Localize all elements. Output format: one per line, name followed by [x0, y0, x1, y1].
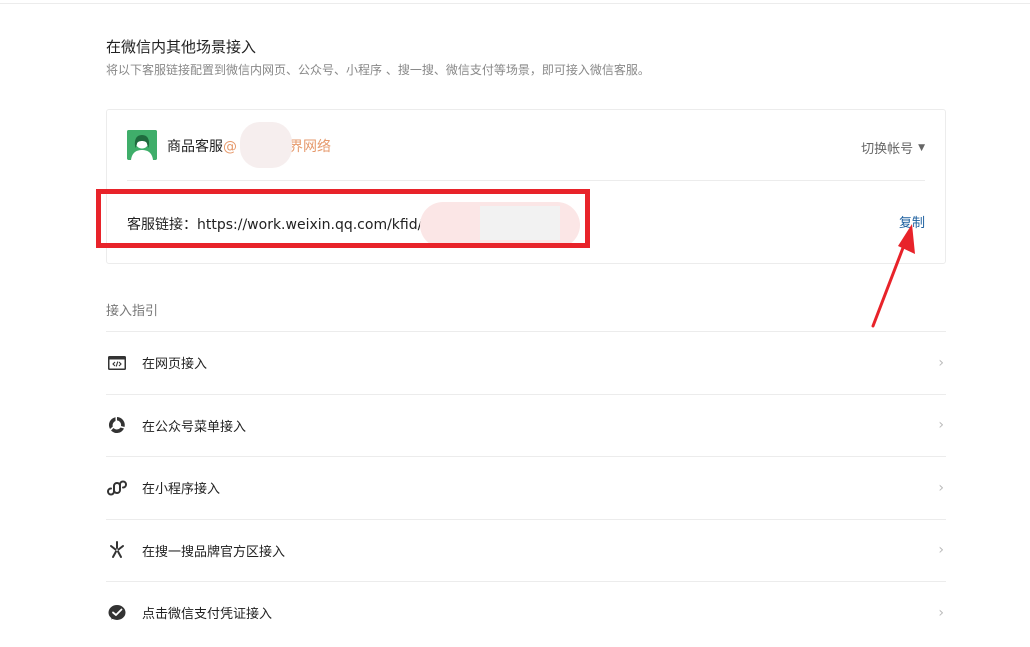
- chevron-right-icon: ›: [938, 604, 944, 621]
- wechat-pay-icon: [106, 602, 128, 624]
- account-org-suffix: 界网络: [289, 139, 331, 155]
- guide-item-webpage[interactable]: 在网页接入 ›: [106, 331, 946, 394]
- switch-account-label: 切换帐号: [861, 142, 914, 157]
- caret-down-icon: ▼: [918, 142, 925, 153]
- guide-item-search[interactable]: 在搜一搜品牌官方区接入 ›: [106, 518, 946, 582]
- chevron-right-icon: ›: [938, 479, 944, 496]
- top-divider: [0, 3, 1030, 4]
- highlight-annotation-box: [96, 189, 590, 248]
- guide-item-label: 在公众号菜单接入: [142, 419, 247, 435]
- guide-list: 在网页接入 › 在公众号菜单接入 › 在小程序接入 › 在搜一搜品牌官方区接入 …: [106, 331, 946, 644]
- card-divider: [127, 180, 925, 181]
- guide-item-mini-program[interactable]: 在小程序接入 ›: [106, 456, 946, 519]
- guide-item-label: 点击微信支付凭证接入: [142, 607, 273, 623]
- guide-item-label: 在小程序接入: [142, 482, 221, 498]
- official-account-icon: [106, 414, 128, 436]
- search-sparkle-icon: [106, 539, 128, 561]
- person-icon: [127, 130, 157, 160]
- account-name-prefix: 商品客服: [167, 139, 223, 155]
- account-org-at: @: [223, 139, 237, 155]
- chevron-right-icon: ›: [938, 417, 944, 434]
- guide-title: 接入指引: [106, 304, 159, 319]
- guide-item-official-account[interactable]: 在公众号菜单接入 ›: [106, 393, 946, 457]
- section-title: 在微信内其他场景接入: [106, 38, 257, 56]
- webpage-code-icon: [106, 352, 128, 374]
- chevron-right-icon: ›: [938, 542, 944, 559]
- section-description: 将以下客服链接配置到微信内网页、公众号、小程序 、搜一搜、微信支付等场景，即可接…: [106, 63, 650, 77]
- page: 在微信内其他场景接入 将以下客服链接配置到微信内网页、公众号、小程序 、搜一搜、…: [0, 0, 1030, 647]
- mini-program-icon: [106, 477, 128, 499]
- switch-account-button[interactable]: 切换帐号 ▼: [861, 138, 925, 157]
- redaction-mark: [240, 122, 292, 168]
- guide-item-wechat-pay[interactable]: 点击微信支付凭证接入 ›: [106, 581, 946, 644]
- chevron-right-icon: ›: [938, 354, 944, 371]
- avatar: [127, 130, 157, 160]
- guide-item-label: 在网页接入: [142, 357, 208, 373]
- copy-button[interactable]: 复制: [899, 212, 925, 231]
- guide-item-label: 在搜一搜品牌官方区接入: [142, 544, 286, 560]
